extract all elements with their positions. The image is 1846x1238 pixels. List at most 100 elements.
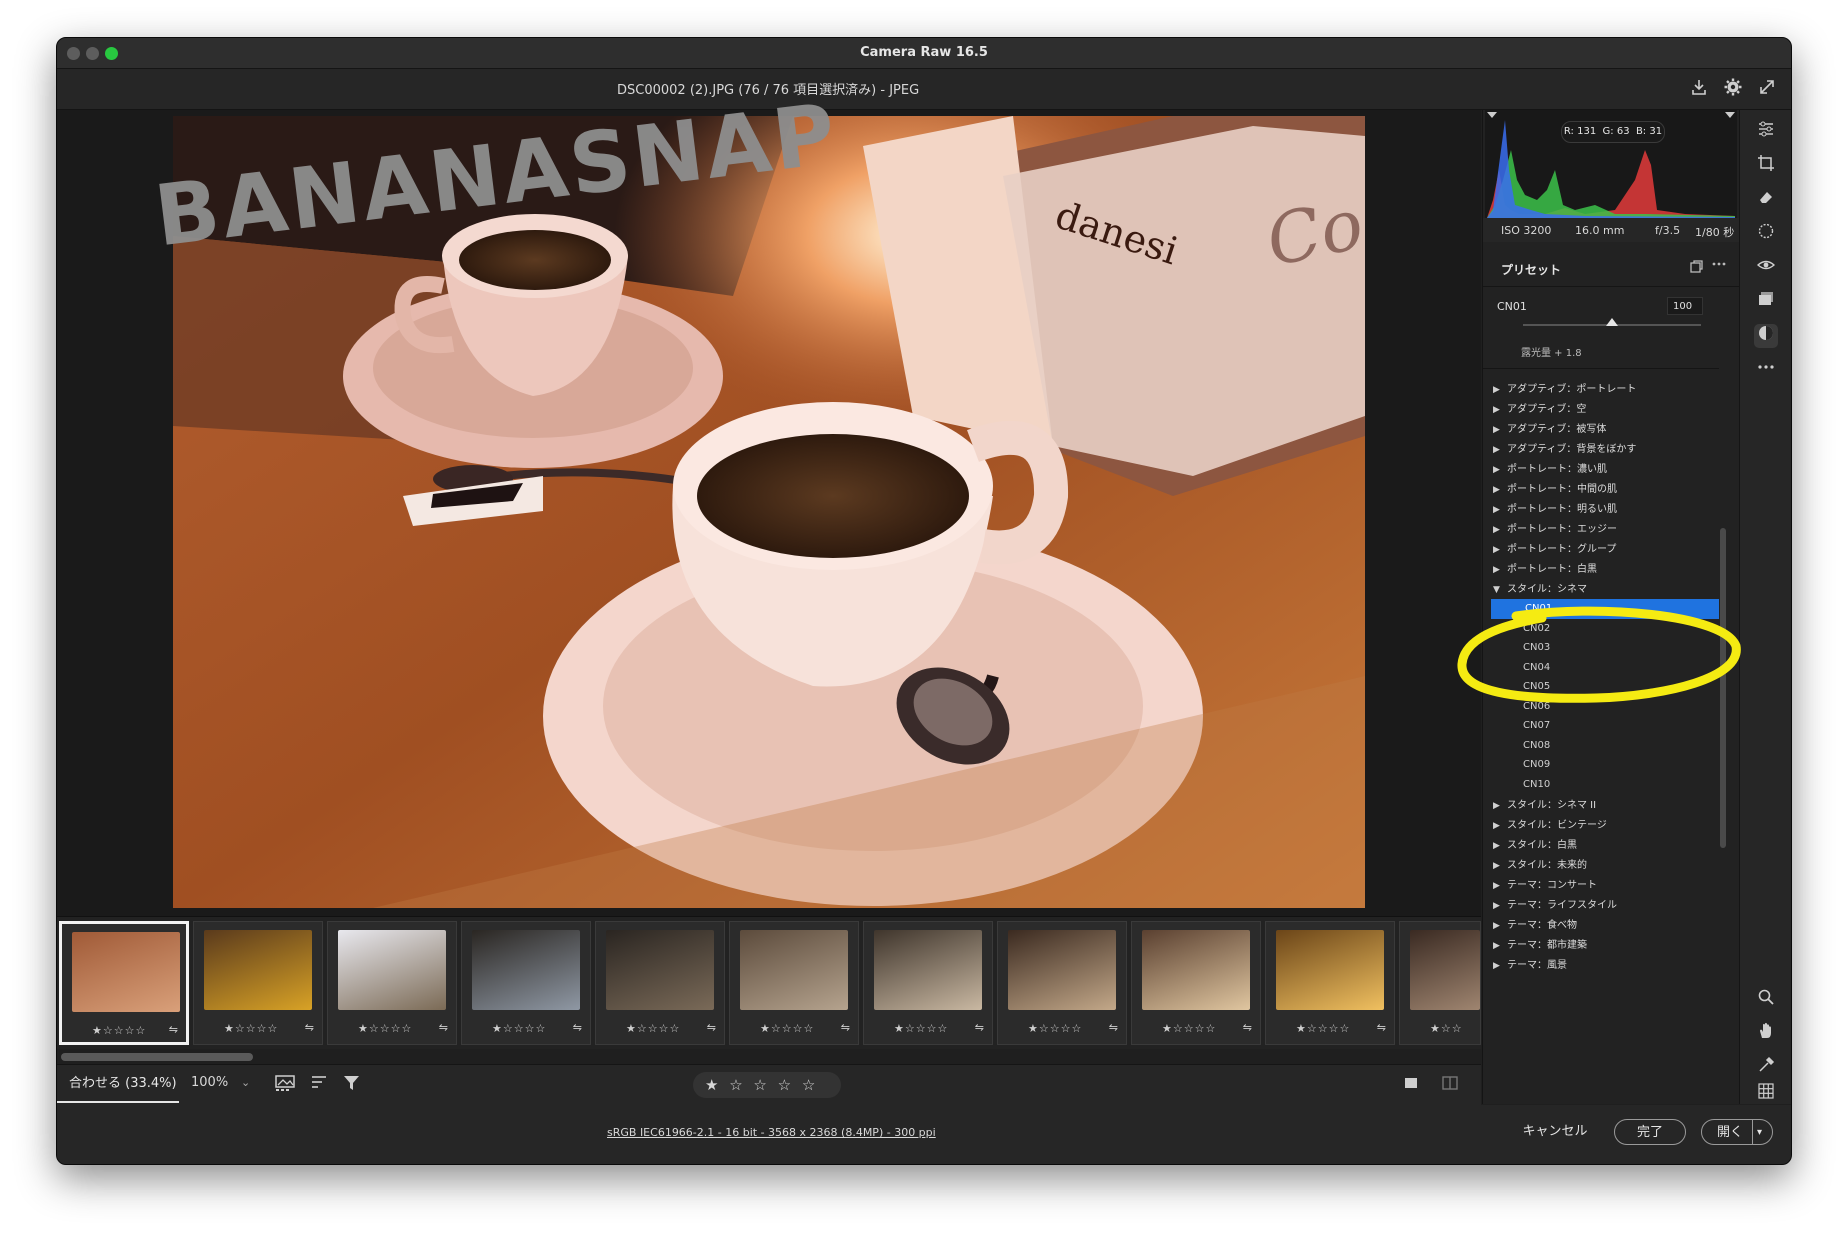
preset-item[interactable]: CN09: [1489, 755, 1719, 775]
filmstrip-view-icon[interactable]: [275, 1074, 297, 1096]
preset-group[interactable]: ▶ ポートレート：明るい肌: [1483, 500, 1719, 520]
preset-item[interactable]: CN05: [1489, 677, 1719, 697]
filmstrip-thumb[interactable]: ★☆☆☆☆ ⇋: [1131, 921, 1261, 1045]
amount-slider-knob[interactable]: [1606, 318, 1618, 326]
filter-icon[interactable]: [341, 1074, 363, 1096]
more-icon[interactable]: [1754, 358, 1778, 382]
preset-group[interactable]: ▶ テーマ：ライフスタイル: [1483, 896, 1719, 916]
zoom-100-button[interactable]: 100%: [191, 1075, 228, 1090]
preset-item[interactable]: CN08: [1489, 736, 1719, 756]
thumb-image: [472, 930, 580, 1010]
heal-eraser-icon[interactable]: [1754, 188, 1778, 212]
preset-group[interactable]: ▶ ポートレート：エッジー: [1483, 520, 1719, 540]
rating-stars-value[interactable]: ★ ☆ ☆ ☆ ☆: [705, 1076, 818, 1094]
thumb-rating[interactable]: ★☆☆☆☆: [1296, 1022, 1350, 1035]
chevron-down-icon[interactable]: ▾: [1757, 1120, 1762, 1146]
thumb-rating[interactable]: ★☆☆☆☆: [894, 1022, 948, 1035]
preset-list: 露光量 + 1.8 ▶ アダプティブ：ポートレート ▶ アダプティブ：空 ▶ アダプテ…: [1483, 334, 1719, 1104]
preset-group-label: アダプティブ：背景をぼかす: [1507, 444, 1637, 455]
preset-scrollbar-thumb[interactable]: [1720, 528, 1726, 848]
preset-item[interactable]: CN02: [1489, 619, 1719, 639]
preset-group[interactable]: ▶ スタイル：未来的: [1483, 856, 1719, 876]
cancel-button[interactable]: キャンセル: [1515, 1119, 1595, 1145]
preset-group[interactable]: ▶ スタイル：シネマ II: [1483, 796, 1719, 816]
histogram[interactable]: R: 131 G: 63 B: 31: [1485, 110, 1737, 218]
filmstrip-thumb[interactable]: ★☆☆☆☆ ⇋: [193, 921, 323, 1045]
preset-group[interactable]: ▶ テーマ：食べ物: [1483, 916, 1719, 936]
preset-group[interactable]: ▶ アダプティブ：被写体: [1483, 420, 1719, 440]
preset-group[interactable]: ▶ アダプティブ：ポートレート: [1483, 380, 1719, 400]
preset-scrollbar[interactable]: [1720, 328, 1726, 1034]
thumb-rating[interactable]: ★☆☆☆☆: [492, 1022, 546, 1035]
done-button[interactable]: 完了: [1614, 1119, 1686, 1145]
amount-value-field[interactable]: 100: [1667, 297, 1703, 315]
filmstrip-thumb[interactable]: ★☆☆☆☆ ⇋: [595, 921, 725, 1045]
preset-group[interactable]: ▶ ポートレート：中間の肌: [1483, 480, 1719, 500]
filmstrip-scrollbar-thumb[interactable]: [61, 1053, 253, 1061]
presets-icon[interactable]: [1754, 324, 1778, 348]
grid-icon[interactable]: [1754, 1082, 1778, 1102]
zoom-dropdown-caret[interactable]: ⌄: [241, 1076, 250, 1089]
workflow-options-link[interactable]: sRGB IEC61966-2.1 - 16 bit - 3568 x 2368…: [607, 1126, 936, 1139]
single-view-icon[interactable]: [1401, 1074, 1423, 1096]
crop-icon[interactable]: [1754, 154, 1778, 178]
before-after-icon[interactable]: [1439, 1074, 1461, 1096]
preset-group[interactable]: ▶ アダプティブ：空: [1483, 400, 1719, 420]
filmstrip: ★☆☆☆☆ ⇋ ★☆☆☆☆ ⇋ ★☆☆☆☆ ⇋ ★☆☆☆☆ ⇋ ★☆☆☆☆ ⇋ …: [57, 916, 1481, 1049]
filmstrip-thumb[interactable]: ★☆☆☆☆ ⇋: [327, 921, 457, 1045]
preset-item[interactable]: CN04: [1489, 658, 1719, 678]
preset-item[interactable]: CN03: [1489, 638, 1719, 658]
zoom-icon[interactable]: [1754, 988, 1778, 1012]
filmstrip-scrollbar[interactable]: [61, 1052, 1479, 1062]
preset-item[interactable]: CN06: [1489, 697, 1719, 717]
thumb-rating[interactable]: ★☆☆☆☆: [760, 1022, 814, 1035]
mask-icon[interactable]: [1754, 222, 1778, 246]
filmstrip-thumb[interactable]: ★☆☆☆☆ ⇋: [59, 921, 189, 1045]
preset-group-open[interactable]: ▼ スタイル：シネマ: [1483, 580, 1719, 600]
image-canvas[interactable]: danesi Coca BANANASNAP: [57, 85, 1481, 916]
exif-focal-length: 16.0 mm: [1575, 224, 1625, 237]
filmstrip-thumb[interactable]: ★☆☆☆☆ ⇋: [863, 921, 993, 1045]
zoom-fit-button[interactable]: 合わせる (33.4%): [57, 1065, 179, 1103]
edit-sliders-icon[interactable]: [1754, 120, 1778, 144]
sync-icon: ⇋: [1242, 1021, 1252, 1034]
save-icon[interactable]: [1687, 77, 1711, 101]
open-button[interactable]: 開く ▾: [1701, 1119, 1773, 1145]
preset-group[interactable]: ▶ スタイル：ビンテージ: [1483, 816, 1719, 836]
thumb-rating[interactable]: ★☆☆☆☆: [1162, 1022, 1216, 1035]
filmstrip-thumb[interactable]: ★☆☆☆☆ ⇋: [729, 921, 859, 1045]
snapshots-icon[interactable]: [1754, 290, 1778, 314]
filmstrip-thumb[interactable]: ★☆☆☆☆ ⇋: [997, 921, 1127, 1045]
hand-icon[interactable]: [1754, 1022, 1778, 1046]
preset-item[interactable]: CN10: [1489, 775, 1719, 795]
rating-stars[interactable]: ★ ☆ ☆ ☆ ☆ 🗑: [693, 1072, 841, 1119]
preset-group[interactable]: ▶ ポートレート：グループ: [1483, 540, 1719, 560]
filmstrip-thumb[interactable]: ★☆☆: [1399, 921, 1481, 1045]
preset-group[interactable]: ▶ ポートレート：白黒: [1483, 560, 1719, 580]
thumb-rating[interactable]: ★☆☆☆☆: [358, 1022, 412, 1035]
filmstrip-thumb[interactable]: ★☆☆☆☆ ⇋: [461, 921, 591, 1045]
filmstrip-thumb[interactable]: ★☆☆☆☆ ⇋: [1265, 921, 1395, 1045]
presets-more-icon[interactable]: [1711, 257, 1727, 275]
preset-amount-slider[interactable]: CN01 100: [1483, 292, 1739, 332]
thumb-rating[interactable]: ★☆☆: [1430, 1022, 1463, 1035]
preset-item-label: CN10: [1523, 779, 1551, 790]
thumb-rating[interactable]: ★☆☆☆☆: [92, 1024, 146, 1037]
thumb-rating[interactable]: ★☆☆☆☆: [626, 1022, 680, 1035]
preset-group[interactable]: ▶ アダプティブ：背景をぼかす: [1483, 440, 1719, 460]
color-sampler-icon[interactable]: [1754, 1056, 1778, 1080]
red-eye-icon[interactable]: [1754, 256, 1778, 280]
preset-item-selected[interactable]: CN01: [1491, 599, 1719, 619]
preset-item[interactable]: CN07: [1489, 716, 1719, 736]
thumb-rating[interactable]: ★☆☆☆☆: [1028, 1022, 1082, 1035]
create-preset-icon[interactable]: [1689, 260, 1703, 278]
preset-group[interactable]: ▶ スタイル：白黒: [1483, 836, 1719, 856]
sort-icon[interactable]: [309, 1074, 331, 1096]
fullscreen-icon[interactable]: [1755, 77, 1779, 101]
preset-group[interactable]: ▶ テーマ：風景: [1483, 956, 1719, 976]
thumb-rating[interactable]: ★☆☆☆☆: [224, 1022, 278, 1035]
preset-group[interactable]: ▶ ポートレート：濃い肌: [1483, 460, 1719, 480]
preset-group[interactable]: ▶ テーマ：都市建築: [1483, 936, 1719, 956]
settings-gear-icon[interactable]: [1721, 77, 1745, 101]
preset-group[interactable]: ▶ テーマ：コンサート: [1483, 876, 1719, 896]
